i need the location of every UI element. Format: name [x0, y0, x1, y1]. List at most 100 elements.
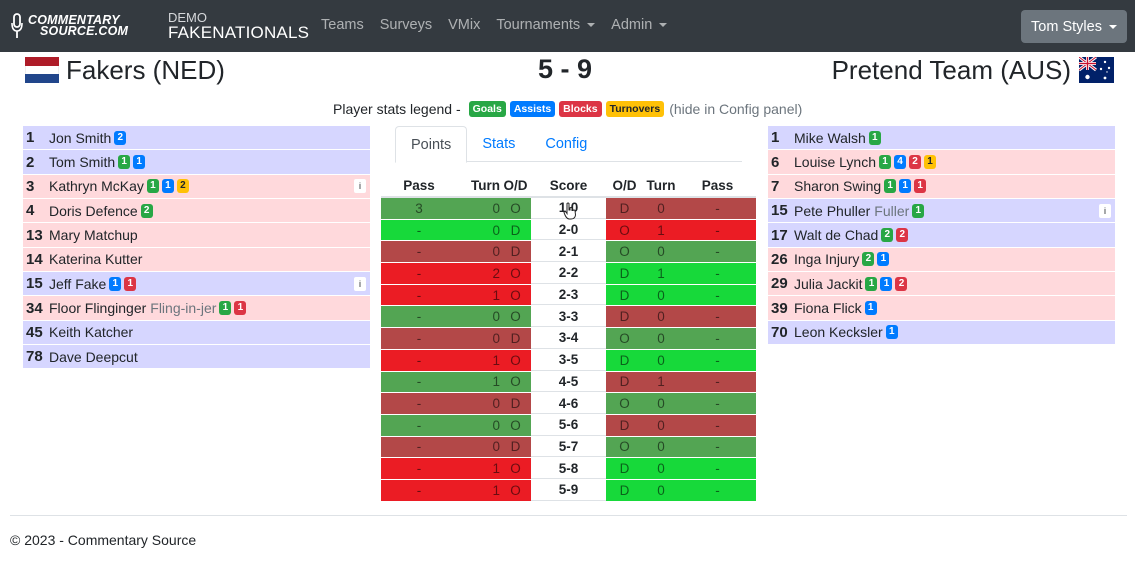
player-row[interactable]: 78 Dave Deepcut: [23, 345, 370, 370]
home-team-name: Fakers (NED): [66, 54, 225, 85]
info-icon[interactable]: i: [1099, 203, 1111, 218]
nav-teams[interactable]: Teams: [321, 17, 364, 33]
info-icon[interactable]: i: [354, 276, 366, 291]
assists-badge: 1: [877, 252, 890, 267]
home-point-cell: - 0O: [381, 414, 531, 436]
home-turn-value: 0: [492, 439, 500, 455]
point-row[interactable]: - 1 O 5-8 D 0 -: [381, 458, 756, 480]
home-turn-value: 1: [492, 374, 500, 390]
home-turn-value: 0: [492, 417, 500, 433]
away-pass-value: -: [715, 461, 720, 477]
home-od-value: O: [510, 374, 521, 390]
points-table-body: 30O1-0D0--0D2-0O1--0D2-1O0--2O2-2D1--1O2…: [381, 198, 756, 502]
away-turn-value: 0: [657, 396, 665, 412]
point-score: 3-4: [531, 328, 606, 349]
home-pass-value: -: [416, 309, 422, 325]
player-row[interactable]: 15 Jeff Fake 1 1 i: [23, 272, 370, 297]
tab-config[interactable]: Config: [530, 126, 602, 162]
tab-stats[interactable]: Stats: [467, 126, 530, 162]
goals-badge: 1: [219, 301, 232, 316]
point-score: 2-0: [531, 220, 606, 241]
player-alias: Fling-in-jer: [150, 300, 217, 317]
player-row[interactable]: 34 Floor Flinginger Fling-in-jer 1 1: [23, 296, 370, 321]
away-pass-value: -: [715, 417, 720, 433]
player-name: Fiona Flick: [794, 300, 862, 317]
player-row[interactable]: 3 Kathryn McKay 1 1 2 i: [23, 174, 370, 200]
caret-down-icon: [1108, 24, 1117, 29]
player-number: 45: [26, 323, 43, 341]
point-row[interactable]: - 1 O 3-5 D 0 -: [381, 349, 756, 372]
nav-tournaments-dropdown[interactable]: Tournaments: [496, 17, 596, 33]
player-row[interactable]: 70 Leon Kecksler 1: [768, 320, 1115, 346]
legend-blocks-badge: Blocks: [559, 101, 602, 117]
point-row[interactable]: -0 D 4-6 O 0-: [381, 393, 756, 415]
away-pass-value: -: [715, 309, 720, 325]
home-pass-value: -: [416, 396, 422, 412]
player-row[interactable]: 14 Katerina Kutter: [23, 247, 370, 273]
commentary-source-logo[interactable]: COMMENTARY SOURCE.COM: [10, 11, 128, 41]
point-row[interactable]: -0 D 2-1 O 0-: [381, 241, 756, 264]
player-row[interactable]: 29 Julia Jackit 1 1 2: [768, 272, 1115, 297]
home-pass-value: -: [416, 417, 422, 433]
away-pass-value: -: [715, 439, 720, 455]
blocks-badge: 1: [124, 276, 137, 291]
point-row[interactable]: -0 D 5-7 O 0-: [381, 436, 756, 459]
point-row[interactable]: - 0 D 2-0 O 1 -: [381, 219, 756, 242]
brand-title[interactable]: DEMO FAKENATIONALS: [168, 10, 309, 41]
user-menu-button[interactable]: Tom Styles: [1021, 10, 1127, 43]
goals-badge: 2: [881, 228, 894, 243]
player-row[interactable]: 39 Fiona Flick 1: [768, 296, 1115, 321]
info-icon[interactable]: i: [354, 179, 366, 194]
home-pass-value: -: [416, 461, 422, 477]
point-score: 5-9: [531, 480, 606, 501]
away-team-header: Pretend Team (AUS): [832, 54, 1114, 86]
player-row[interactable]: 13 Mary Matchup: [23, 223, 370, 248]
caret-down-icon: [659, 23, 668, 27]
point-row[interactable]: - 2 O 2-2 D 1 -: [381, 263, 756, 285]
header-away-pass: Pass: [701, 178, 734, 193]
home-turn-value: 2: [492, 265, 500, 281]
goals-badge: 1: [865, 276, 878, 291]
away-turn-value: 0: [657, 330, 665, 346]
nav-admin-dropdown[interactable]: Admin: [611, 17, 668, 33]
home-pass-value: -: [416, 374, 422, 390]
player-row[interactable]: 6 Louise Lynch 1 4 2 1: [768, 150, 1115, 175]
tab-points[interactable]: Points: [395, 126, 468, 163]
home-turn-value: 1: [492, 482, 500, 498]
player-name: Floor Flinginger: [49, 300, 147, 317]
point-row[interactable]: -0 D 3-4 O 0-: [381, 328, 756, 350]
away-turn-value: 1: [657, 265, 665, 281]
point-row[interactable]: -1 O 4-5 D 1-: [381, 371, 756, 394]
home-pass-value: -: [416, 439, 422, 455]
nav-surveys[interactable]: Surveys: [380, 17, 432, 33]
away-point-cell: O 1 -: [606, 219, 756, 241]
turnovers-badge: 1: [923, 155, 936, 170]
player-name: Mary Matchup: [49, 227, 138, 244]
microphone-icon: [10, 12, 24, 40]
nav-vmix[interactable]: VMix: [448, 17, 480, 33]
home-point-cell: - 0O: [381, 306, 531, 328]
player-name: Dave Deepcut: [49, 348, 138, 365]
player-row[interactable]: 15 Pete Phuller Fuller 1 i: [768, 199, 1115, 224]
player-number: 1: [26, 129, 35, 147]
point-row[interactable]: - 1 O 2-3 D 0 -: [381, 284, 756, 307]
away-turn-value: 0: [657, 200, 665, 216]
player-row[interactable]: 1 Mike Walsh 1: [768, 126, 1115, 151]
player-row[interactable]: 26 Inga Injury 2 1: [768, 247, 1115, 273]
away-point-cell: O 0 -: [606, 328, 756, 349]
player-row[interactable]: 1 Jon Smith 2: [23, 126, 370, 151]
player-row[interactable]: 4 Doris Defence 2: [23, 199, 370, 224]
player-row[interactable]: 7 Sharon Swing 1 1 1: [768, 174, 1115, 200]
player-row[interactable]: 17 Walt de Chad 2 2: [768, 223, 1115, 248]
point-row[interactable]: -0 O 3-3 D 0-: [381, 306, 756, 329]
goals-badge: 1: [884, 179, 897, 194]
away-turn-value: 0: [657, 417, 665, 433]
away-pass-value: -: [715, 222, 720, 238]
point-row[interactable]: -0 O 5-6 D 0-: [381, 414, 756, 437]
player-number: 14: [26, 250, 43, 268]
player-name: Walt de Chad: [794, 227, 879, 244]
assists-badge: 1: [133, 155, 146, 170]
player-row[interactable]: 45 Keith Katcher: [23, 320, 370, 346]
point-row[interactable]: - 1 O 5-9 D 0 -: [381, 479, 756, 502]
player-row[interactable]: 2 Tom Smith 1 1: [23, 150, 370, 175]
